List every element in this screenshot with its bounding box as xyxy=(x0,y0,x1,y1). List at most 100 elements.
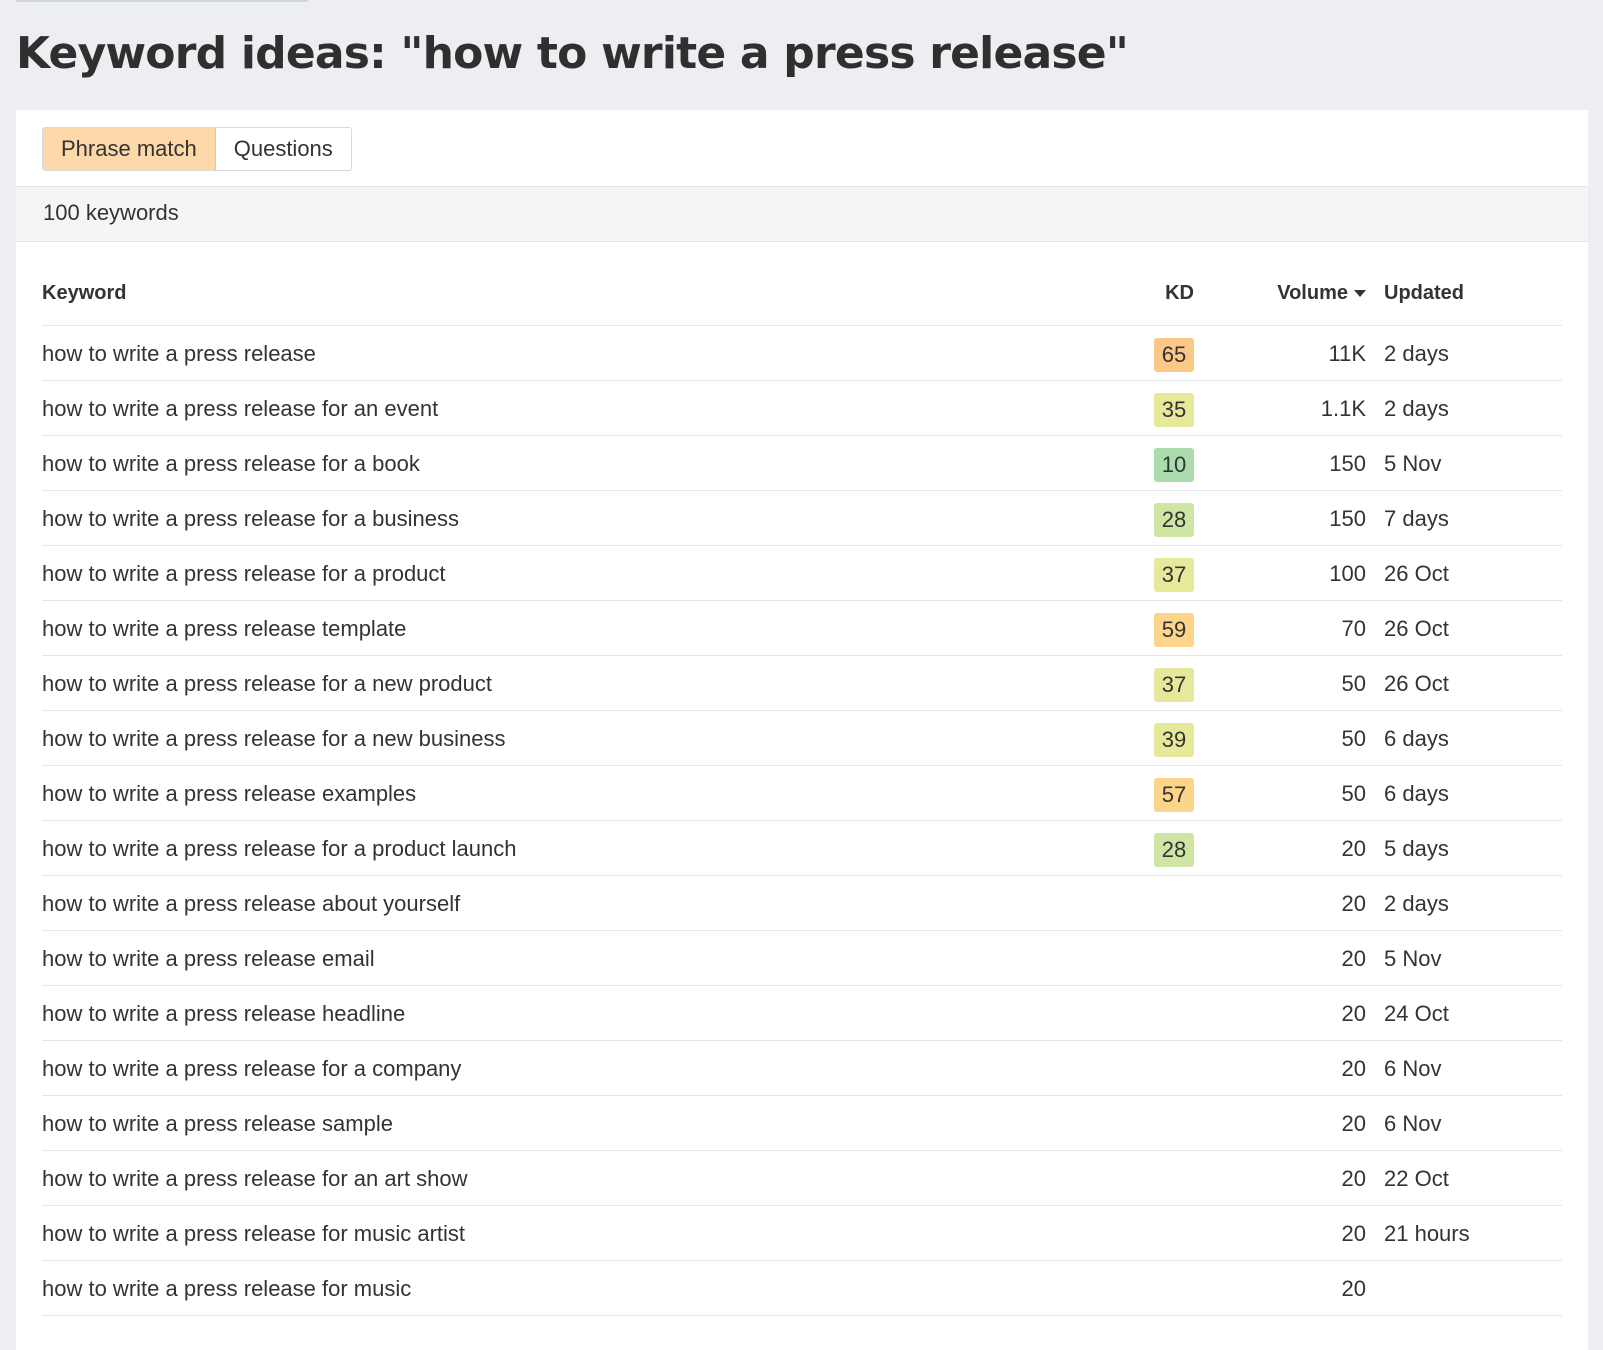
kd-badge: 28 xyxy=(1154,833,1194,868)
updated-value: 6 days xyxy=(1384,781,1449,806)
kd-badge: 65 xyxy=(1154,338,1194,373)
kd-badge: 57 xyxy=(1154,778,1194,813)
keyword-link[interactable]: how to write a press release for a compa… xyxy=(42,1041,461,1096)
volume-value: 50 xyxy=(1341,671,1366,696)
keyword-link[interactable]: how to write a press release template xyxy=(42,601,406,656)
table-row[interactable]: how to write a press release examples 57 5… xyxy=(42,766,1562,821)
tab-phrase-match[interactable]: Phrase match xyxy=(43,128,216,170)
keyword-link[interactable]: how to write a press release for music xyxy=(42,1261,411,1316)
updated-value: 22 Oct xyxy=(1384,1166,1449,1191)
volume-value: 20 xyxy=(1341,1221,1366,1246)
table-row[interactable]: how to write a press release for a produ… xyxy=(42,546,1562,601)
table-row[interactable]: how to write a press release for an art … xyxy=(42,1151,1562,1206)
column-header-keyword[interactable]: Keyword xyxy=(42,282,126,305)
table-row[interactable]: how to write a press release for a new p… xyxy=(42,656,1562,711)
kd-cell: 39 xyxy=(1154,711,1194,766)
volume-value: 20 xyxy=(1341,1166,1366,1191)
table-header: Keyword KD Volume Updated xyxy=(42,260,1562,326)
updated-value: 2 days xyxy=(1384,396,1449,421)
kd-cell: 37 xyxy=(1154,656,1194,711)
kd-badge: 39 xyxy=(1154,723,1194,758)
keyword-link[interactable]: how to write a press release headline xyxy=(42,986,405,1041)
column-header-updated[interactable]: Updated xyxy=(1384,282,1464,305)
updated-value: 2 days xyxy=(1384,341,1449,366)
table-row[interactable]: how to write a press release for a compa… xyxy=(42,1041,1562,1096)
table-row[interactable]: how to write a press release for a produ… xyxy=(42,821,1562,876)
keyword-count: 100 keywords xyxy=(43,200,179,225)
kd-cell: 65 xyxy=(1154,326,1194,381)
table-row[interactable]: how to write a press release for music 20 xyxy=(42,1261,1562,1316)
keyword-link[interactable]: how to write a press release sample xyxy=(42,1096,393,1151)
updated-value: 26 Oct xyxy=(1384,671,1449,696)
volume-value: 20 xyxy=(1341,1111,1366,1136)
column-header-kd[interactable]: KD xyxy=(1165,282,1194,305)
kd-badge: 37 xyxy=(1154,668,1194,703)
kd-badge: 37 xyxy=(1154,558,1194,593)
keyword-link[interactable]: how to write a press release for a busin… xyxy=(42,491,459,546)
kd-badge: 59 xyxy=(1154,613,1194,648)
updated-value: 6 Nov xyxy=(1384,1056,1442,1081)
table-row[interactable]: how to write a press release about yours… xyxy=(42,876,1562,931)
table-row[interactable]: how to write a press release headline 20 2… xyxy=(42,986,1562,1041)
results-count-bar: 100 keywords xyxy=(16,186,1588,242)
tab-questions[interactable]: Questions xyxy=(215,128,351,170)
updated-value: 21 hours xyxy=(1384,1221,1470,1246)
table-row[interactable]: how to write a press release template 59 7… xyxy=(42,601,1562,656)
kd-badge: 10 xyxy=(1154,448,1194,483)
kd-badge: 28 xyxy=(1154,503,1194,538)
kd-cell: 57 xyxy=(1154,766,1194,821)
kd-cell: 10 xyxy=(1154,436,1194,491)
keyword-link[interactable]: how to write a press release for a produ… xyxy=(42,821,516,876)
volume-value: 20 xyxy=(1341,1056,1366,1081)
match-type-tabs: Phrase match Questions xyxy=(42,127,352,171)
table-row[interactable]: how to write a press release 65 11K 2 days xyxy=(42,326,1562,381)
keyword-link[interactable]: how to write a press release xyxy=(42,326,316,381)
table-row[interactable]: how to write a press release for music a… xyxy=(42,1206,1562,1261)
keyword-link[interactable]: how to write a press release about yours… xyxy=(42,876,460,931)
updated-value: 5 Nov xyxy=(1384,451,1442,476)
volume-value: 70 xyxy=(1341,616,1366,641)
keyword-link[interactable]: how to write a press release for a new p… xyxy=(42,656,492,711)
table-row[interactable]: how to write a press release email 20 5 No… xyxy=(42,931,1562,986)
kd-cell: 59 xyxy=(1154,601,1194,656)
kd-cell: 37 xyxy=(1154,546,1194,601)
keyword-link[interactable]: how to write a press release for a new b… xyxy=(42,711,505,766)
updated-value: 6 days xyxy=(1384,726,1449,751)
updated-value: 7 days xyxy=(1384,506,1449,531)
volume-value: 11K xyxy=(1328,341,1366,366)
table-row[interactable]: how to write a press release for a busin… xyxy=(42,491,1562,546)
keyword-link[interactable]: how to write a press release for a produ… xyxy=(42,546,446,601)
volume-value: 20 xyxy=(1341,946,1366,971)
keyword-link[interactable]: how to write a press release for music a… xyxy=(42,1206,465,1261)
column-header-volume-label: Volume xyxy=(1277,282,1348,304)
volume-value: 20 xyxy=(1341,1001,1366,1026)
volume-value: 1.1K xyxy=(1320,396,1366,421)
volume-value: 100 xyxy=(1329,561,1366,586)
keywords-table: Keyword KD Volume Updated how to write a… xyxy=(42,260,1562,1316)
table-row[interactable]: how to write a press release for a new b… xyxy=(42,711,1562,766)
kd-cell: 28 xyxy=(1154,491,1194,546)
volume-value: 20 xyxy=(1341,836,1366,861)
kd-cell: 35 xyxy=(1154,381,1194,436)
volume-value: 50 xyxy=(1341,726,1366,751)
updated-value: 5 days xyxy=(1384,836,1449,861)
column-header-volume[interactable]: Volume xyxy=(1277,282,1366,305)
volume-value: 20 xyxy=(1341,891,1366,916)
keyword-link[interactable]: how to write a press release examples xyxy=(42,766,416,821)
table-body: how to write a press release 65 11K 2 days h… xyxy=(42,326,1562,1316)
updated-value: 24 Oct xyxy=(1384,1001,1449,1026)
table-row[interactable]: how to write a press release sample 20 6 N… xyxy=(42,1096,1562,1151)
keyword-link[interactable]: how to write a press release for an even… xyxy=(42,381,438,436)
sort-down-icon xyxy=(1354,290,1366,298)
table-row[interactable]: how to write a press release for a book 1… xyxy=(42,436,1562,491)
volume-value: 20 xyxy=(1341,1276,1366,1301)
kd-cell: 28 xyxy=(1154,821,1194,876)
updated-value: 2 days xyxy=(1384,891,1449,916)
keyword-results-panel: Phrase match Questions 100 keywords Keyw… xyxy=(16,110,1588,1350)
updated-value: 26 Oct xyxy=(1384,561,1449,586)
table-row[interactable]: how to write a press release for an even… xyxy=(42,381,1562,436)
keyword-link[interactable]: how to write a press release for an art … xyxy=(42,1151,468,1206)
keyword-link[interactable]: how to write a press release email xyxy=(42,931,375,986)
kd-badge: 35 xyxy=(1154,393,1194,428)
keyword-link[interactable]: how to write a press release for a book xyxy=(42,436,420,491)
